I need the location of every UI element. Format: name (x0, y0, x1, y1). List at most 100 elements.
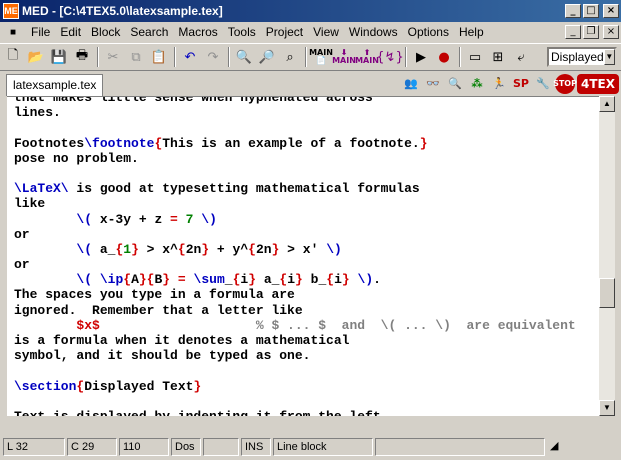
title-bar[interactable]: ME MED - [C:\4TEX5.0\latexsample.tex] _ … (0, 0, 621, 22)
doc-restore-button[interactable]: ❐ (583, 25, 599, 39)
editor-line[interactable]: is a formula when it denotes a mathemati… (14, 333, 599, 348)
editor-line[interactable]: lines. (14, 105, 599, 120)
editor-line[interactable]: Footnotes\footnote{This is an example of… (14, 136, 599, 151)
code-token: > x' (279, 241, 327, 257)
window-icon[interactable]: ▭ (464, 46, 486, 68)
editor-line[interactable]: or (14, 257, 599, 272)
toolbar: 🗋 📂 💾 🖶 ✂ ⧉ 📋 ↶ ↷ 🔍 🔎 ⌕ MAIN 📄 ⬇ MAIN ⬆ MAI… (0, 43, 621, 71)
editor-text[interactable]: that makes little sense when hyphenated … (7, 97, 599, 416)
record-icon[interactable]: ● (433, 46, 455, 68)
latex-compile-icon[interactable]: 👥 (401, 74, 421, 94)
minimize-button[interactable]: _ (565, 4, 581, 18)
menu-project[interactable]: Project (261, 25, 308, 39)
run-tex-icon[interactable]: 🏃 (489, 74, 509, 94)
save-icon[interactable]: 💾 (48, 46, 70, 68)
editor-line[interactable]: The spaces you type in a formula are (14, 287, 599, 302)
menu-macros[interactable]: Macros (173, 25, 222, 39)
menu-windows[interactable]: Windows (344, 25, 403, 39)
copy-icon[interactable]: ⧉ (125, 46, 147, 68)
4tex-logo-icon[interactable]: 4TEX (577, 73, 619, 94)
editor-line[interactable]: or (14, 227, 599, 242)
document-system-icon[interactable]: ■ (6, 27, 20, 38)
viewer-icon[interactable]: 👓 (423, 74, 443, 94)
menu-edit[interactable]: Edit (55, 25, 86, 39)
doc-close-button[interactable]: × (603, 25, 619, 39)
editor-area[interactable]: that makes little sense when hyphenated … (7, 96, 599, 416)
new-file-icon[interactable]: 🗋 (2, 46, 24, 68)
code-token: a_ (256, 272, 280, 288)
menu-search[interactable]: Search (125, 25, 173, 39)
code-token: is a formula when it denotes a mathemati… (14, 333, 350, 348)
code-token: x-3y + z (92, 211, 171, 227)
code-token: b_ (302, 272, 327, 288)
find-next-icon[interactable]: ⌕ (279, 46, 301, 68)
code-token: symbol, and it should be typed as one. (14, 348, 311, 364)
replace-icon[interactable]: 🔎 (256, 46, 278, 68)
code-token: = (177, 272, 186, 288)
code-token: { (326, 272, 335, 288)
play-icon[interactable]: ▶ (410, 46, 432, 68)
print-icon[interactable]: 🖶 (71, 46, 93, 68)
code-token: 2n (255, 241, 272, 257)
editor-line[interactable] (14, 166, 599, 181)
menu-options[interactable]: Options (403, 25, 454, 39)
scroll-down-button[interactable]: ▼ (599, 400, 615, 416)
spellcheck-icon[interactable]: SP (511, 74, 531, 94)
status-empty (203, 438, 239, 456)
main-up-icon[interactable]: ⬆ MAIN (355, 46, 379, 68)
undo-icon[interactable]: ↶ (179, 46, 201, 68)
code-token: } (295, 272, 303, 288)
editor-line[interactable]: \( x-3y + z = 7 \) (14, 212, 599, 227)
editor-line[interactable]: \section{Displayed Text} (14, 379, 599, 394)
editor-line[interactable]: \( \ip{A}{B} = \sum_{i} a_{i} b_{i} \). (14, 272, 599, 287)
editor-line[interactable] (14, 394, 599, 409)
scroll-thumb[interactable] (599, 278, 615, 308)
editor-line[interactable]: \LaTeX\ is good at typesetting mathemati… (14, 181, 599, 196)
menu-file[interactable]: File (26, 25, 55, 39)
menu-help[interactable]: Help (454, 25, 489, 39)
maximize-button[interactable]: □ (583, 4, 599, 18)
cut-icon[interactable]: ✂ (102, 46, 124, 68)
app-icon[interactable]: ME (3, 3, 19, 19)
menu-block[interactable]: Block (86, 25, 125, 39)
tools-icon[interactable]: 🔧 (533, 74, 553, 94)
find-icon[interactable]: 🔍 (233, 46, 255, 68)
editor-line[interactable]: ignored. Remember that a letter like (14, 303, 599, 318)
code-token: Text is displayed by indenting it from t… (14, 409, 381, 416)
wrap-icon[interactable]: ⤶ (510, 46, 532, 68)
editor-line[interactable]: Text is displayed by indenting it from t… (14, 409, 599, 416)
run-icon[interactable]: {↯} (376, 46, 403, 68)
doc-minimize-button[interactable]: _ (565, 25, 581, 39)
editor-line[interactable]: that makes little sense when hyphenated … (14, 97, 599, 105)
editor-line[interactable]: pose no problem. (14, 151, 599, 166)
tab-latexsample[interactable]: latexsample.tex (6, 74, 104, 96)
split-window-icon[interactable]: ⊞ (487, 46, 509, 68)
redo-icon[interactable]: ↷ (202, 46, 224, 68)
editor-line[interactable] (14, 120, 599, 135)
editor-line[interactable]: \( a_{1} > x^{2n} + y^{2n} > x' \) (14, 242, 599, 257)
menu-view[interactable]: View (308, 25, 344, 39)
menu-tools[interactable]: Tools (223, 25, 261, 39)
status-insert-mode: INS (241, 438, 271, 456)
display-mode-select[interactable]: Displayed ▼ (547, 47, 617, 67)
editor-line[interactable]: symbol, and it should be typed as one. (14, 348, 599, 363)
paste-icon[interactable]: 📋 (148, 46, 170, 68)
scroll-up-button[interactable]: ▲ (599, 96, 615, 112)
editor-line[interactable]: like (14, 196, 599, 211)
vertical-scrollbar[interactable]: ▲ ▼ (599, 96, 615, 416)
tex-toolbar: 👥 👓 🔍 ⁂ 🏃 SP 🔧 STOP 4TEX (401, 71, 619, 96)
stop-icon[interactable]: STOP (553, 73, 577, 94)
code-token: is good at typesetting mathematical form… (68, 181, 420, 197)
open-folder-icon[interactable]: 📂 (25, 46, 47, 68)
resize-grip-icon[interactable]: ◢ (547, 438, 563, 456)
main-down-icon[interactable]: ⬇ MAIN (332, 46, 356, 68)
spell-icon[interactable]: ⁂ (467, 74, 487, 94)
editor-line[interactable] (14, 363, 599, 378)
main-file-icon[interactable]: MAIN 📄 (309, 46, 333, 68)
editor-line[interactable]: $x$ % $ ... $ and \( ... \) are equivale… (14, 318, 599, 333)
code-token: \LaTeX\ (14, 181, 69, 197)
chevron-down-icon[interactable]: ▼ (603, 49, 615, 65)
close-button[interactable]: × (603, 4, 619, 18)
search-icon[interactable]: 🔍 (445, 74, 465, 94)
